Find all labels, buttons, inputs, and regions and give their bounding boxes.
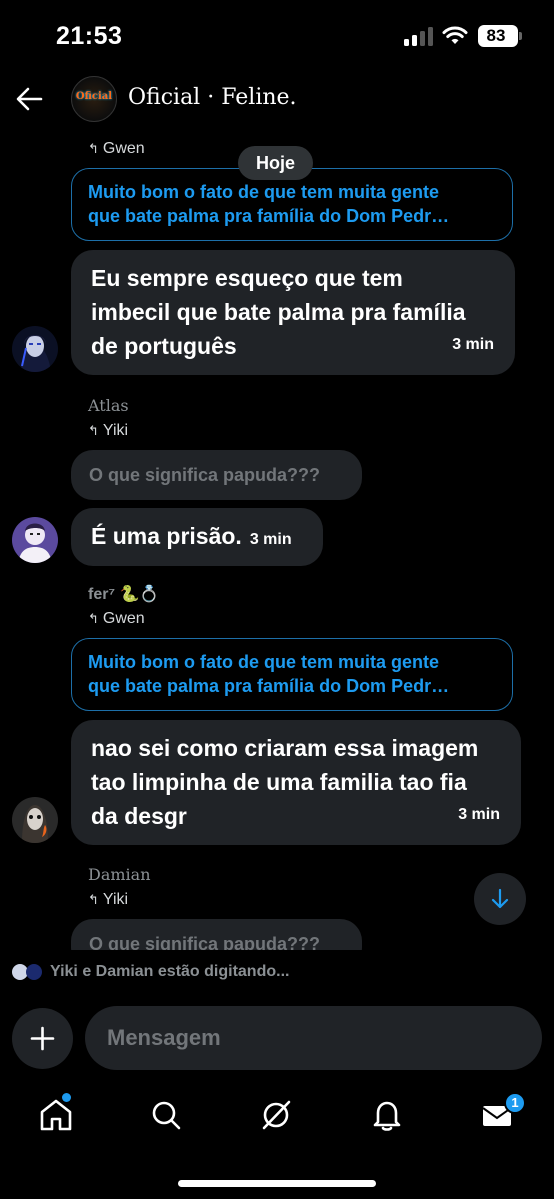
chat-header: Oficial Oficial · Feline. xyxy=(0,72,554,128)
back-arrow-icon[interactable] xyxy=(14,84,44,114)
typing-avatars xyxy=(12,962,46,982)
date-separator: Hoje xyxy=(238,146,314,180)
reply-to-name: Yiki xyxy=(102,891,129,908)
status-time: 21:53 xyxy=(56,22,123,50)
battery-nub xyxy=(519,32,522,40)
message-timestamp: 3 min xyxy=(458,806,500,823)
reply-arrow-icon: ↰ xyxy=(88,611,99,626)
arrow-down-icon xyxy=(491,888,509,909)
typing-text: Yiki e Damian estão digitando... xyxy=(50,963,290,980)
message-timestamp: 3 min xyxy=(249,531,292,548)
quoted-line: Muito bom o fato de que tem muita gente xyxy=(88,182,439,202)
sender-name[interactable]: Damian xyxy=(88,865,151,884)
home-indicator[interactable] xyxy=(178,1180,376,1187)
quoted-message[interactable]: O que significa papuda??? xyxy=(71,919,362,950)
bell-icon[interactable] xyxy=(367,1095,407,1135)
reply-reference: ↰ Gwen xyxy=(88,610,145,628)
reply-to-name: Gwen xyxy=(102,140,145,157)
message-line: de português xyxy=(91,333,237,359)
search-icon[interactable] xyxy=(146,1095,186,1135)
quoted-line: que bate palma pra família do Dom Pedr… xyxy=(88,676,450,696)
bottom-tab-bar: 1 xyxy=(0,1085,554,1155)
avatar[interactable] xyxy=(12,797,58,843)
grok-icon[interactable] xyxy=(256,1095,296,1135)
quoted-message[interactable]: Muito bom o fato de que tem muita gente … xyxy=(71,638,513,711)
wifi-icon xyxy=(442,26,468,44)
message-line: tao limpinha de uma familia tao fia xyxy=(91,769,467,795)
sender-name[interactable]: fer⁷ 🐍💍 xyxy=(88,584,159,604)
message-timestamp: 3 min xyxy=(452,336,494,353)
reply-arrow-icon: ↰ xyxy=(88,423,99,438)
battery-icon: 83 xyxy=(478,25,518,47)
message-line: imbecil que bate palma pra família xyxy=(91,299,466,325)
scroll-to-bottom-button[interactable] xyxy=(474,873,526,925)
group-avatar[interactable]: Oficial xyxy=(71,76,117,122)
message-text: É uma prisão. xyxy=(91,523,242,549)
quoted-message[interactable]: O que significa papuda??? xyxy=(71,450,362,500)
quoted-line: que bate palma pra família do Dom Pedr… xyxy=(88,206,450,226)
message-bubble[interactable]: Eu sempre esqueço que tem imbecil que ba… xyxy=(71,250,515,375)
typing-indicator: Yiki e Damian estão digitando... xyxy=(12,960,289,984)
mail-badge: 1 xyxy=(504,1092,526,1114)
message-line: da desgr xyxy=(91,803,187,829)
avatar[interactable] xyxy=(12,326,58,372)
cellular-signal-icon xyxy=(404,26,434,46)
battery-level: 83 xyxy=(486,26,506,45)
status-bar: 21:53 83 xyxy=(0,0,554,72)
group-avatar-text: Oficial xyxy=(75,91,113,102)
reply-to-name: Gwen xyxy=(102,610,145,627)
message-bubble[interactable]: É uma prisão. 3 min xyxy=(71,508,323,566)
home-icon[interactable] xyxy=(36,1095,76,1135)
reply-reference: ↰ Yiki xyxy=(88,891,128,909)
quoted-line: Muito bom o fato de que tem muita gente xyxy=(88,652,439,672)
reply-to-name: Yiki xyxy=(102,422,129,439)
add-attachment-button[interactable] xyxy=(12,1008,73,1069)
message-bubble[interactable]: nao sei como criaram essa imagem tao lim… xyxy=(71,720,521,845)
plus-icon xyxy=(30,1026,55,1051)
reply-reference: ↰ Gwen xyxy=(88,140,145,158)
home-notification-dot xyxy=(62,1093,71,1102)
composer xyxy=(0,1000,554,1076)
sender-name[interactable]: Atlas xyxy=(88,396,129,415)
message-list[interactable]: ↰ Gwen Muito bom o fato de que tem muita … xyxy=(0,128,554,950)
message-line: nao sei como criaram essa imagem xyxy=(91,735,479,761)
reply-reference: ↰ Yiki xyxy=(88,422,128,440)
reply-arrow-icon: ↰ xyxy=(88,141,99,156)
reply-arrow-icon: ↰ xyxy=(88,892,99,907)
avatar[interactable] xyxy=(12,517,58,563)
message-line: Eu sempre esqueço que tem xyxy=(91,265,403,291)
message-input[interactable] xyxy=(85,1006,542,1070)
group-title[interactable]: Oficial · Feline. xyxy=(128,85,297,110)
